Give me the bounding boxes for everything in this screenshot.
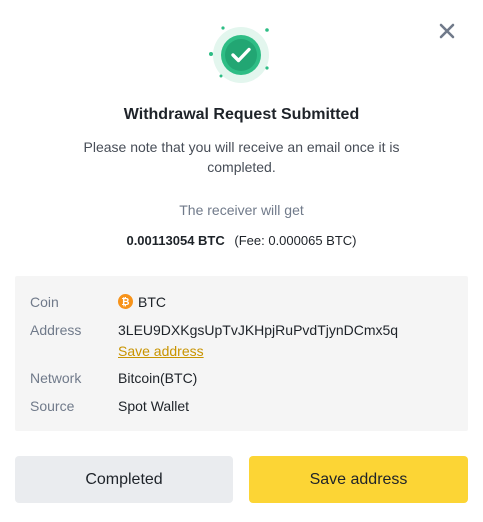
- close-button[interactable]: [437, 21, 457, 41]
- save-address-button[interactable]: Save address: [249, 456, 468, 503]
- dialog-title: Withdrawal Request Submitted: [123, 106, 360, 123]
- save-address-link[interactable]: Save address: [118, 343, 204, 359]
- coin-value: ₿ BTC: [118, 294, 166, 310]
- coin-symbol: BTC: [138, 294, 166, 310]
- network-value: Bitcoin(BTC): [118, 370, 198, 386]
- svg-text:₿: ₿: [121, 296, 129, 308]
- source-label: Source: [30, 398, 75, 414]
- dialog-subtitle: Please note that you will receive an ema…: [83, 139, 400, 175]
- withdrawal-details: Coin ₿ BTC Address 3LEU9DXKgsUpTvJKHpjRu…: [15, 276, 468, 431]
- success-illustration: [207, 24, 273, 84]
- completed-button[interactable]: Completed: [15, 456, 233, 503]
- close-icon: [439, 23, 455, 39]
- address-value: 3LEU9DXKgsUpTvJKHpjRuPvdTjynDCmx5q: [118, 322, 399, 338]
- bitcoin-icon: ₿: [118, 294, 133, 309]
- receive-amount: 0.00113054 BTC: [126, 233, 225, 248]
- check-circle-icon: [209, 26, 269, 83]
- network-label: Network: [30, 370, 82, 386]
- source-value: Spot Wallet: [118, 398, 190, 414]
- coin-label: Coin: [30, 294, 59, 310]
- amount-row: 0.00113054 BTC (Fee: 0.000065 BTC): [0, 233, 483, 248]
- address-label: Address: [30, 322, 82, 338]
- receiver-label: The receiver will get: [179, 202, 304, 218]
- fee-amount: (Fee: 0.000065 BTC): [234, 233, 357, 248]
